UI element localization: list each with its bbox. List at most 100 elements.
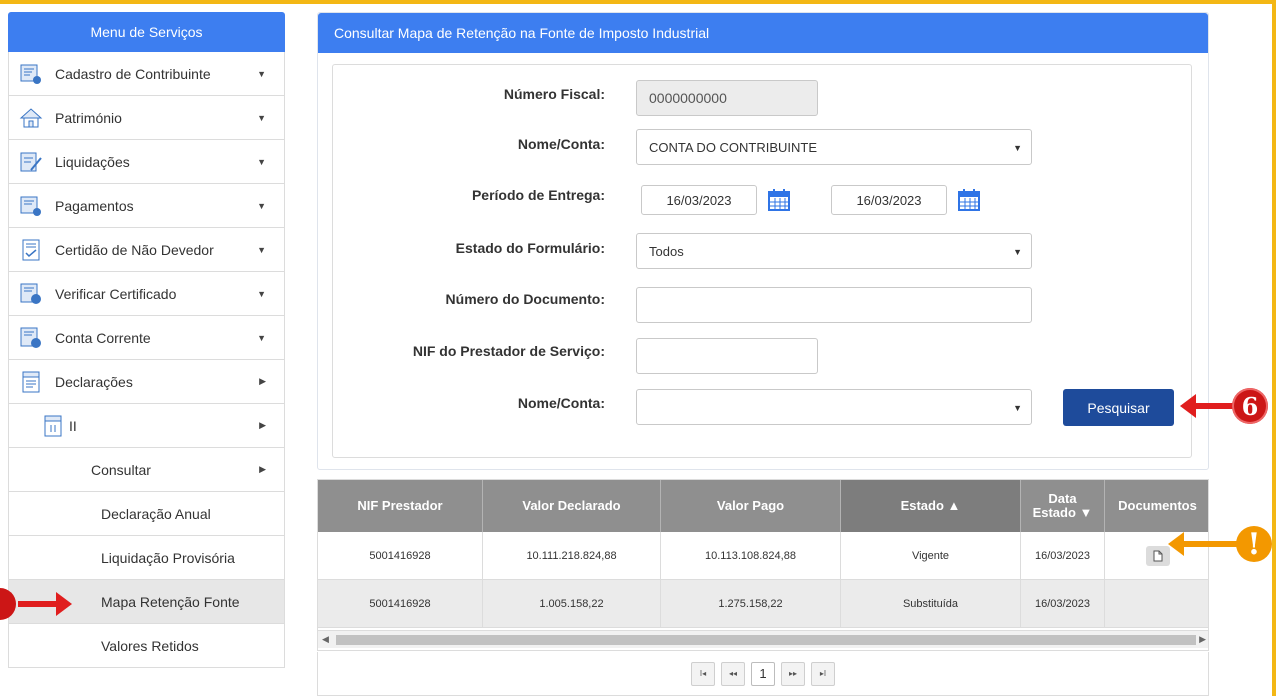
chevron-down-icon: ▼ bbox=[257, 200, 266, 211]
th-data-label: Data bbox=[1048, 491, 1077, 506]
nome-conta-label: Nome/Conta: bbox=[517, 136, 605, 152]
cell-valor-declarado: 10.111.218.824,88 bbox=[483, 532, 661, 579]
sidebar-item-ii[interactable]: II ▶ bbox=[8, 404, 285, 448]
sidebar-item-valores-retidos[interactable]: Valores Retidos bbox=[8, 624, 285, 668]
numero-documento-input[interactable] bbox=[636, 287, 1032, 323]
table-row[interactable]: 5001416928 1.005.158,22 1.275.158,22 Sub… bbox=[318, 580, 1208, 628]
chevron-down-icon: ▼ bbox=[257, 156, 266, 167]
services-menu-title: Menu de Serviços bbox=[8, 12, 285, 52]
sidebar-item-pagamentos[interactable]: Pagamentos ▼ bbox=[8, 184, 285, 228]
document-pen-icon bbox=[19, 150, 43, 174]
th-data-estado[interactable]: Data Estado ▼ bbox=[1021, 480, 1105, 532]
sidebar-item-label: Pagamentos bbox=[55, 197, 134, 214]
cell-data: 16/03/2023 bbox=[1021, 532, 1105, 579]
payment-form-icon bbox=[19, 194, 43, 218]
periodo-to-input[interactable]: 16/03/2023 bbox=[831, 185, 947, 215]
form-person-icon bbox=[19, 62, 43, 86]
chevron-down-icon: ▼ bbox=[257, 288, 266, 299]
sidebar-item-label: Consultar bbox=[91, 461, 151, 478]
periodo-from-input[interactable]: 16/03/2023 bbox=[641, 185, 757, 215]
cell-valor-declarado: 1.005.158,22 bbox=[483, 580, 661, 627]
nome-conta-value: CONTA DO CONTRIBUINTE bbox=[649, 139, 818, 155]
table-row[interactable]: 5001416928 10.111.218.824,88 10.113.108.… bbox=[318, 532, 1208, 580]
calendar-icon[interactable] bbox=[767, 188, 791, 212]
cell-estado: Vigente bbox=[841, 532, 1021, 579]
nif-prestador-input[interactable] bbox=[636, 338, 818, 374]
chevron-down-icon: ▼ bbox=[1013, 403, 1022, 413]
current-page-number[interactable]: 1 bbox=[751, 661, 775, 686]
step-badge: 6 bbox=[1232, 388, 1268, 424]
estado-formulario-select[interactable]: Todos ▼ bbox=[636, 233, 1032, 269]
sidebar-item-consultar[interactable]: Consultar ▶ bbox=[8, 448, 285, 492]
cell-nif: 5001416928 bbox=[318, 532, 483, 579]
cell-valor-pago: 10.113.108.824,88 bbox=[661, 532, 841, 579]
sidebar-item-declaracoes[interactable]: Declarações ▶ bbox=[8, 360, 285, 404]
periodo-entrega-label: Período de Entrega: bbox=[471, 187, 605, 203]
th-valor-declarado[interactable]: Valor Declarado bbox=[483, 480, 661, 532]
sidebar-item-conta-corrente[interactable]: Conta Corrente ▼ bbox=[8, 316, 285, 360]
sidebar-item-certidao[interactable]: Certidão de Não Devedor ▼ bbox=[8, 228, 285, 272]
warning-badge: ! bbox=[1236, 526, 1272, 562]
chevron-down-icon: ▼ bbox=[1013, 247, 1022, 257]
th-valor-pago[interactable]: Valor Pago bbox=[661, 480, 841, 532]
top-accent-stripe bbox=[0, 0, 1276, 4]
table-header: NIF Prestador Valor Declarado Valor Pago… bbox=[318, 480, 1208, 532]
chevron-down-icon: ▼ bbox=[1013, 143, 1022, 153]
sidebar-item-cadastro[interactable]: Cadastro de Contribuinte ▼ bbox=[8, 52, 285, 96]
certificate-check-icon bbox=[19, 238, 43, 262]
nif-prestador-label: NIF do Prestador de Serviço: bbox=[412, 343, 605, 359]
horizontal-scrollbar[interactable]: ◀ ▶ bbox=[318, 630, 1208, 648]
results-table: NIF Prestador Valor Declarado Valor Pago… bbox=[317, 479, 1209, 651]
numero-documento-label: Número do Documento: bbox=[445, 291, 605, 307]
prev-page-button[interactable]: ◂◂ bbox=[721, 661, 745, 686]
sidebar-item-label: Valores Retidos bbox=[101, 637, 199, 654]
numero-fiscal-field: 0000000000 bbox=[636, 80, 818, 116]
declaration-document-icon bbox=[19, 370, 43, 394]
ii-document-icon bbox=[41, 414, 65, 438]
pointer-arrow-orange-annotation bbox=[1168, 532, 1238, 556]
verify-certificate-icon bbox=[19, 282, 43, 306]
calendar-icon[interactable] bbox=[957, 188, 981, 212]
scroll-left-arrow-icon[interactable]: ◀ bbox=[322, 634, 329, 645]
sidebar-item-label: Liquidação Provisória bbox=[101, 549, 235, 566]
chevron-right-icon: ▶ bbox=[259, 464, 266, 474]
sidebar-item-label: Declarações bbox=[55, 373, 133, 390]
sidebar-item-liquidacoes[interactable]: Liquidações ▼ bbox=[8, 140, 285, 184]
nome-conta-2-label: Nome/Conta: bbox=[517, 395, 605, 411]
first-page-button[interactable]: I◂ bbox=[691, 661, 715, 686]
sidebar-item-declaracao-anual[interactable]: Declaração Anual bbox=[8, 492, 285, 536]
th-documentos[interactable]: Documentos bbox=[1105, 480, 1208, 532]
scroll-right-arrow-icon[interactable]: ▶ bbox=[1199, 634, 1206, 645]
nome-conta-select[interactable]: CONTA DO CONTRIBUINTE ▼ bbox=[636, 129, 1032, 165]
next-page-button[interactable]: ▸▸ bbox=[781, 661, 805, 686]
right-accent-stripe bbox=[1272, 0, 1276, 696]
sidebar-item-label: Património bbox=[55, 109, 122, 126]
sidebar-item-label: Cadastro de Contribuinte bbox=[55, 65, 211, 82]
scrollbar-thumb[interactable] bbox=[336, 635, 1196, 645]
chevron-down-icon: ▼ bbox=[257, 68, 266, 79]
chevron-down-icon: ▼ bbox=[257, 332, 266, 343]
sidebar-item-label: Liquidações bbox=[55, 153, 130, 170]
sidebar-item-patrimonio[interactable]: Património ▼ bbox=[8, 96, 285, 140]
house-icon bbox=[19, 106, 43, 130]
services-menu: Menu de Serviços Cadastro de Contribuint… bbox=[8, 12, 285, 668]
last-page-button[interactable]: ▸I bbox=[811, 661, 835, 686]
sidebar-item-liquidacao-provisoria[interactable]: Liquidação Provisória bbox=[8, 536, 285, 580]
nome-conta-2-select[interactable]: ▼ bbox=[636, 389, 1032, 425]
pointer-arrow-right-annotation bbox=[1180, 394, 1238, 418]
sidebar-item-label: Conta Corrente bbox=[55, 329, 151, 346]
pointer-arrow-left-annotation bbox=[0, 588, 72, 620]
cell-estado: Substituída bbox=[841, 580, 1021, 627]
th-estado-sort-label: Estado ▼ bbox=[1032, 505, 1093, 520]
chevron-down-icon: ▼ bbox=[257, 244, 266, 255]
th-nif-prestador[interactable]: NIF Prestador bbox=[318, 480, 483, 532]
account-statement-icon bbox=[19, 326, 43, 350]
cell-valor-pago: 1.275.158,22 bbox=[661, 580, 841, 627]
sidebar-item-label: Verificar Certificado bbox=[55, 285, 177, 302]
numero-fiscal-label: Número Fiscal: bbox=[503, 86, 605, 102]
pesquisar-button[interactable]: Pesquisar bbox=[1063, 389, 1174, 426]
sidebar-item-verificar-certificado[interactable]: Verificar Certificado ▼ bbox=[8, 272, 285, 316]
chevron-right-icon: ▶ bbox=[259, 376, 266, 386]
th-estado[interactable]: Estado ▲ bbox=[841, 480, 1021, 532]
sidebar-item-label: Mapa Retenção Fonte bbox=[101, 593, 240, 610]
